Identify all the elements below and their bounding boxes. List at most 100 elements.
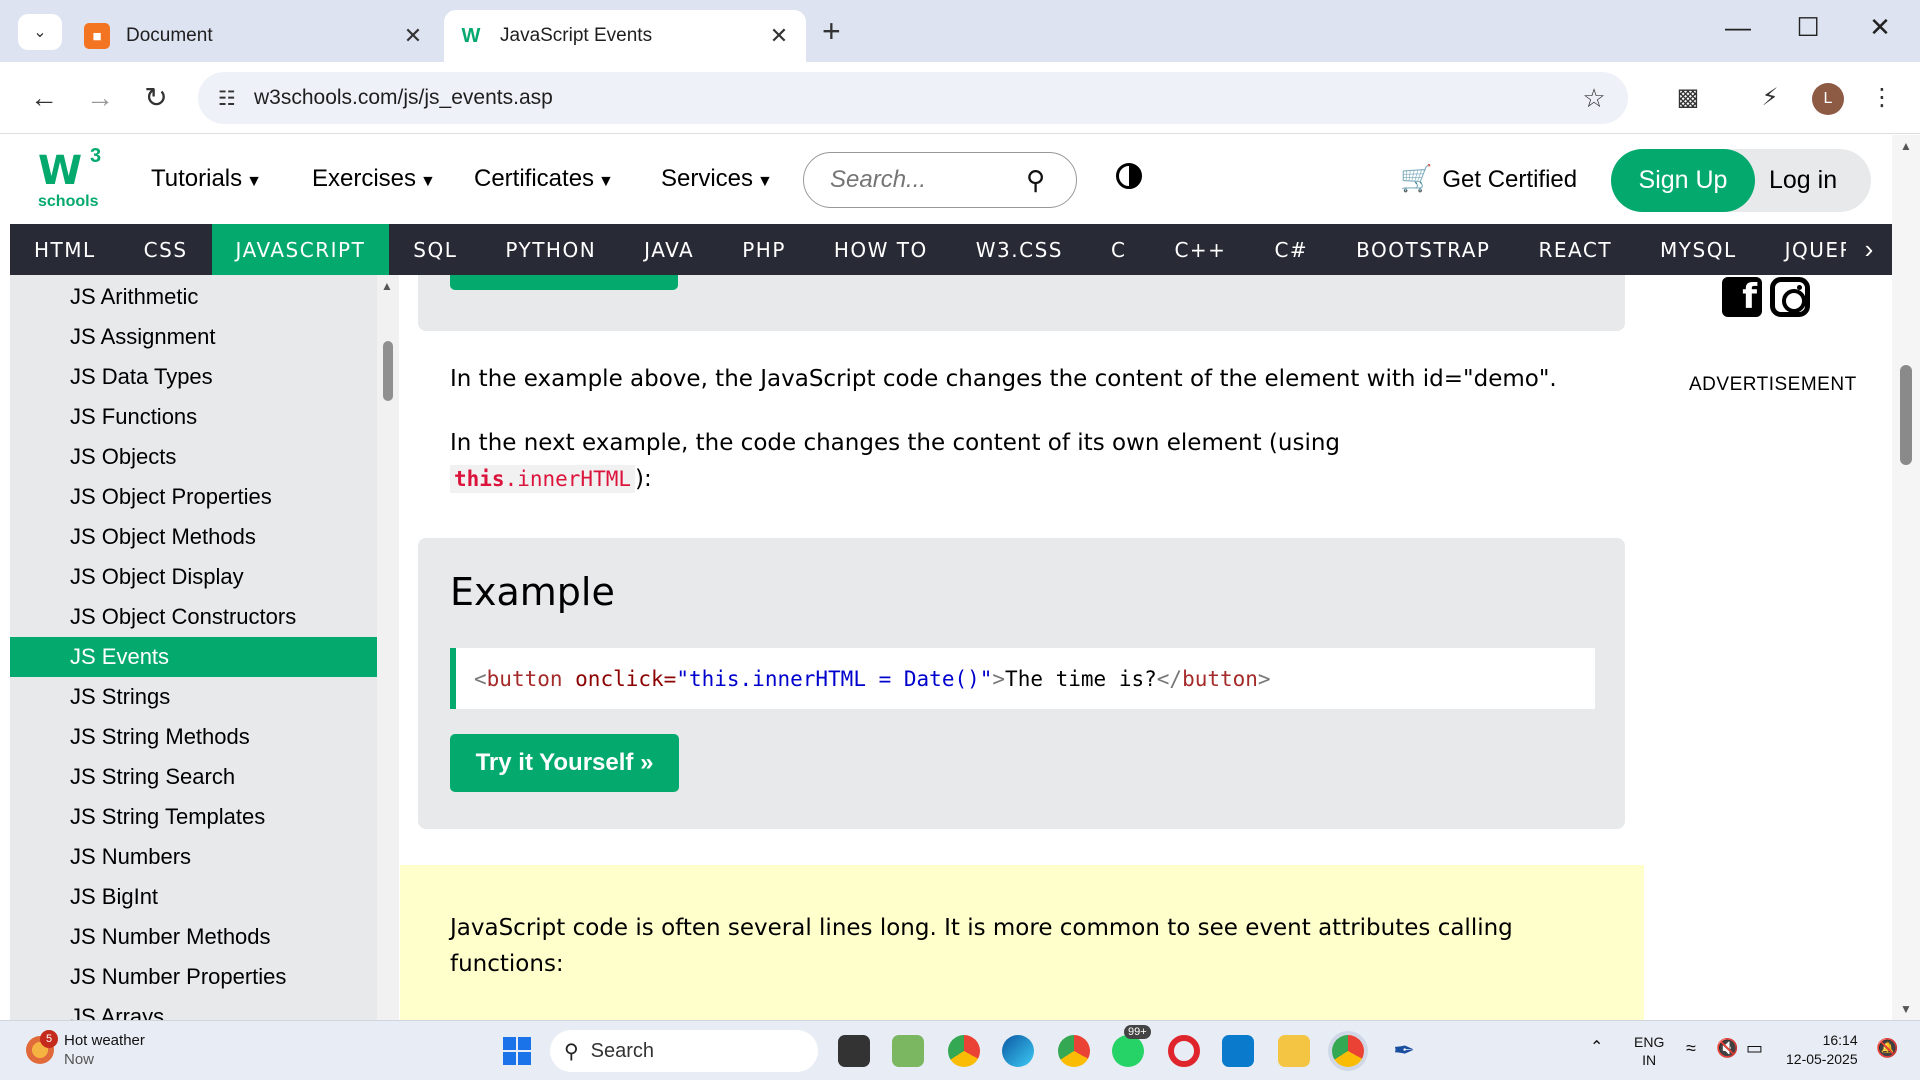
windows-start-icon[interactable]: [503, 1037, 531, 1065]
sidebar-item-js-arithmetic[interactable]: JS Arithmetic: [10, 277, 377, 317]
wifi-icon[interactable]: ≈: [1686, 1039, 1696, 1057]
nav-w3css[interactable]: W3.CSS: [952, 224, 1087, 275]
more-menu-icon[interactable]: ⋮: [1862, 80, 1902, 116]
sidebar-item-js-string-templates[interactable]: JS String Templates: [10, 797, 377, 837]
menu-tutorials[interactable]: Tutorials ▼: [151, 165, 262, 193]
sign-up-button[interactable]: Sign Up: [1611, 149, 1755, 212]
sidebar-item-js-number-properties[interactable]: JS Number Properties: [10, 957, 377, 997]
search-box[interactable]: ⚲: [803, 152, 1077, 208]
dark-mode-toggle-icon[interactable]: [1116, 163, 1142, 189]
sidebar-item-js-number-methods[interactable]: JS Number Methods: [10, 917, 377, 957]
page-scroll-thumb[interactable]: [1900, 365, 1912, 465]
profile-avatar[interactable]: L: [1812, 83, 1844, 115]
nav-csharp[interactable]: C#: [1250, 224, 1332, 275]
vscode-app-icon[interactable]: [1222, 1035, 1254, 1067]
tab-search-button[interactable]: ⌄: [18, 14, 62, 50]
nav-css[interactable]: CSS: [120, 224, 212, 275]
language-indicator[interactable]: ENG IN: [1634, 1033, 1664, 1069]
back-arrow-icon[interactable]: ←: [24, 80, 64, 116]
sidebar-item-js-strings[interactable]: JS Strings: [10, 677, 377, 717]
sidebar-item-js-string-search[interactable]: JS String Search: [10, 757, 377, 797]
scroll-down-arrow-icon[interactable]: ▼: [1900, 1002, 1912, 1016]
nav-react[interactable]: REACT: [1514, 224, 1636, 275]
task-view-icon[interactable]: [838, 1035, 870, 1067]
chrome-app-icon[interactable]: [948, 1035, 980, 1067]
scroll-up-arrow-icon[interactable]: ▲: [381, 279, 393, 293]
tab-javascript-events[interactable]: W JavaScript Events ✕: [444, 10, 806, 62]
system-clock[interactable]: 16:14 12-05-2025: [1786, 1031, 1858, 1069]
sidebar-item-js-object-methods[interactable]: JS Object Methods: [10, 517, 377, 557]
bookmark-star-icon[interactable]: ☆: [1574, 83, 1614, 114]
w3schools-logo[interactable]: W 3 schools: [38, 145, 108, 211]
page-scrollbar[interactable]: ▲ ▼: [1892, 135, 1920, 1020]
tray-overflow-chevron-icon[interactable]: ⌃: [1590, 1039, 1603, 1057]
notifications-bell-icon[interactable]: 🔕: [1876, 1039, 1898, 1057]
get-certified-link[interactable]: 🛒 Get Certified: [1400, 163, 1577, 194]
tab-document[interactable]: ■ Document ✕: [70, 10, 440, 62]
menu-exercises[interactable]: Exercises ▼: [312, 165, 436, 193]
previous-try-it-button[interactable]: [450, 275, 678, 290]
sidebar-item-js-string-methods[interactable]: JS String Methods: [10, 717, 377, 757]
weather-widget[interactable]: 5 Hot weather Now: [26, 1030, 145, 1069]
sidebar-scrollbar[interactable]: ▲: [377, 275, 399, 1020]
pen-app-icon[interactable]: ✒: [1388, 1035, 1420, 1067]
nav-scroll-right-chevron-icon[interactable]: ›: [1846, 224, 1892, 275]
nav-cpp[interactable]: C++: [1150, 224, 1250, 275]
opera-app-icon[interactable]: [1168, 1035, 1200, 1067]
sidebar-item-js-assignment[interactable]: JS Assignment: [10, 317, 377, 357]
new-tab-plus-icon[interactable]: +: [822, 14, 841, 48]
try-it-yourself-button[interactable]: Try it Yourself »: [450, 734, 679, 792]
nav-bootstrap[interactable]: BOOTSTRAP: [1332, 224, 1514, 275]
nav-java[interactable]: JAVA: [620, 224, 718, 275]
sidebar-item-js-functions[interactable]: JS Functions: [10, 397, 377, 437]
minimize-icon[interactable]: —: [1718, 12, 1758, 43]
nav-mysql[interactable]: MYSQL: [1636, 224, 1761, 275]
menu-certificates[interactable]: Certificates ▼: [474, 165, 614, 193]
sidebar-item-js-object-display[interactable]: JS Object Display: [10, 557, 377, 597]
close-window-icon[interactable]: ✕: [1860, 12, 1900, 43]
speaker-muted-icon[interactable]: 🔇: [1716, 1039, 1738, 1057]
reload-icon[interactable]: ↻: [136, 80, 176, 116]
maximize-icon[interactable]: ☐: [1788, 12, 1828, 43]
sidebar-item-js-events[interactable]: JS Events: [10, 637, 377, 677]
facebook-icon[interactable]: f: [1722, 277, 1762, 317]
chrome-active-app-icon[interactable]: [1332, 1035, 1364, 1067]
log-in-button[interactable]: Log in: [1769, 149, 1837, 212]
instagram-icon[interactable]: [1770, 277, 1810, 317]
address-bar[interactable]: ☷ w3schools.com/js/js_events.asp ☆: [198, 72, 1628, 124]
nav-c[interactable]: C: [1087, 224, 1150, 275]
performance-icon[interactable]: ⚡: [1750, 80, 1790, 116]
extensions-puzzle-icon[interactable]: ▩: [1668, 80, 1708, 116]
sidebar-item-js-object-constructors[interactable]: JS Object Constructors: [10, 597, 377, 637]
nav-python[interactable]: PYTHON: [481, 224, 620, 275]
search-input[interactable]: [830, 166, 1010, 194]
scroll-up-arrow-icon[interactable]: ▲: [1900, 139, 1912, 153]
file-explorer-app-icon[interactable]: [1278, 1035, 1310, 1067]
sidebar-item-js-arrays[interactable]: JS Arrays: [10, 997, 377, 1020]
url-text[interactable]: w3schools.com/js/js_events.asp: [254, 86, 1574, 110]
close-tab-icon[interactable]: ✕: [764, 23, 794, 49]
battery-icon[interactable]: ▭: [1746, 1039, 1763, 1057]
notepad-app-icon[interactable]: [892, 1035, 924, 1067]
sidebar-item-js-objects[interactable]: JS Objects: [10, 437, 377, 477]
chrome-profile-app-icon[interactable]: [1058, 1035, 1090, 1067]
nav-php[interactable]: PHP: [718, 224, 810, 275]
sidebar-item-js-bigint[interactable]: JS BigInt: [10, 877, 377, 917]
whatsapp-app-icon[interactable]: 99+: [1112, 1025, 1151, 1067]
sidebar-scroll-thumb[interactable]: [383, 341, 393, 401]
edge-app-icon[interactable]: [1002, 1035, 1034, 1067]
nav-sql[interactable]: SQL: [389, 224, 481, 275]
nav-html[interactable]: HTML: [10, 224, 120, 275]
close-tab-icon[interactable]: ✕: [398, 23, 428, 49]
sidebar-item-js-numbers[interactable]: JS Numbers: [10, 837, 377, 877]
region-code: IN: [1642, 1052, 1657, 1068]
taskbar-search[interactable]: ⚲ Search: [550, 1030, 818, 1072]
site-settings-icon[interactable]: ☷: [212, 86, 242, 111]
menu-services[interactable]: Services ▼: [661, 165, 773, 193]
nav-howto[interactable]: HOW TO: [810, 224, 952, 275]
forward-arrow-icon[interactable]: →: [80, 80, 120, 116]
nav-javascript[interactable]: JAVASCRIPT: [211, 224, 390, 275]
sidebar-item-js-object-properties[interactable]: JS Object Properties: [10, 477, 377, 517]
search-icon[interactable]: ⚲: [1026, 165, 1045, 196]
sidebar-item-js-data-types[interactable]: JS Data Types: [10, 357, 377, 397]
